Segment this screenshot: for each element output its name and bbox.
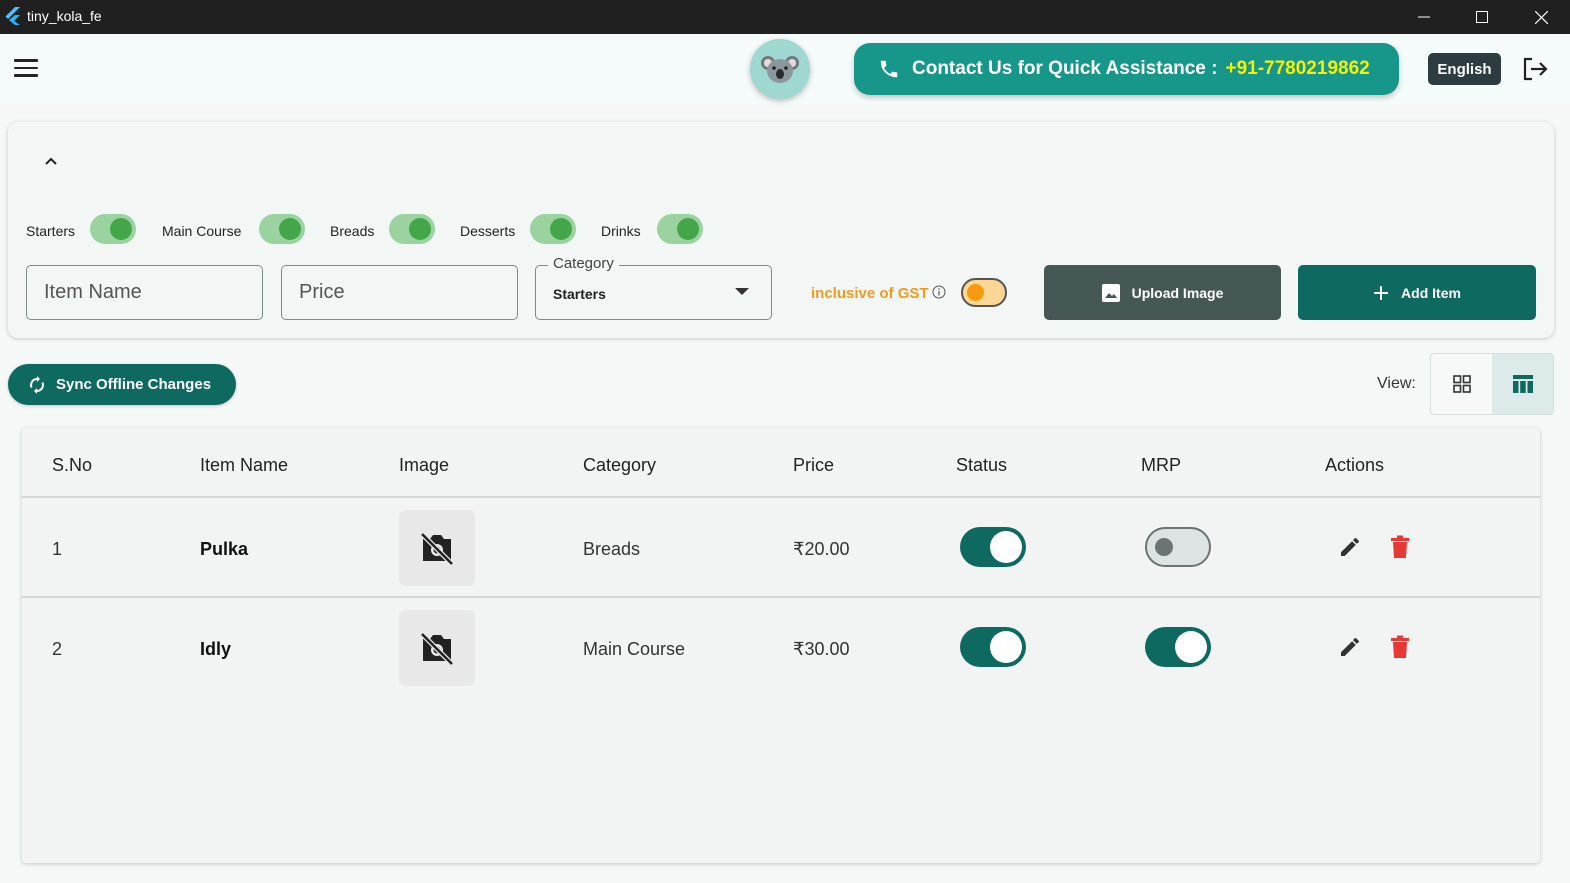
gst-label: inclusive of GST [811,285,929,302]
table-header: S.No Item Name Image Category Price Stat… [22,428,1540,498]
header-category: Category [583,455,657,475]
grid-view-icon [1452,375,1471,393]
view-toggle [1430,353,1554,415]
edit-button[interactable] [1336,633,1364,661]
table-view-button[interactable] [1492,354,1553,414]
koala-icon [761,56,799,83]
delete-trash-icon [1391,535,1409,558]
delete-trash-icon [1391,635,1409,658]
table-row: 1 Pulka Breads ₹20.00 [22,498,1540,598]
header-item-name: Item Name [200,455,289,475]
item-image-placeholder[interactable] [399,610,475,686]
row-price: ₹20.00 [793,539,850,559]
mrp-toggle[interactable] [1145,527,1211,567]
header-mrp: MRP [1141,455,1181,475]
language-button[interactable]: English [1428,53,1501,85]
info-icon[interactable] [932,285,946,299]
row-category: Breads [583,539,641,559]
contact-phone: +91-7780219862 [1225,58,1370,79]
price-field[interactable] [281,265,518,320]
delete-button[interactable] [1386,633,1414,661]
category-select[interactable]: Category Starters [535,255,772,320]
mrp-toggle[interactable] [1145,627,1211,667]
edit-button[interactable] [1336,533,1364,561]
toggle-label-desserts: Desserts [460,223,516,239]
table-row: 2 Idly Main Course ₹30.00 [22,600,1540,700]
sync-offline-changes-button[interactable]: Sync Offline Changes [8,364,236,405]
sync-icon [30,375,44,394]
menu-items-table: S.No Item Name Image Category Price Stat… [22,428,1540,863]
toggle-label-starters: Starters [26,223,76,239]
view-label: View: [1377,375,1416,392]
toggle-label-main-course: Main Course [162,223,242,239]
toggle-label-drinks: Drinks [601,223,641,239]
no-photo-icon [420,532,454,565]
app-header: Contact Us for Quick Assistance : +91-77… [0,34,1570,104]
plus-icon [1374,285,1389,300]
category-value: Starters [553,286,606,302]
maximize-button[interactable] [1453,0,1511,34]
no-photo-icon [420,632,454,665]
item-name-field[interactable] [26,265,263,320]
header-actions: Actions [1325,455,1385,475]
delete-button[interactable] [1386,533,1414,561]
item-image-placeholder[interactable] [399,510,475,586]
row-sno: 1 [52,539,63,559]
phone-icon [880,60,898,78]
upload-image-label: Upload Image [1131,284,1224,301]
toggle-desserts[interactable] [530,214,576,244]
category-legend: Category [548,255,619,272]
toggle-starters[interactable] [90,214,136,244]
toggle-breads[interactable] [389,214,435,244]
logout-icon[interactable] [1520,54,1550,84]
header-status: Status [956,455,1008,475]
row-item-name: Idly [200,639,232,659]
header-image: Image [399,455,450,475]
koala-logo [750,39,810,99]
row-category: Main Course [583,639,686,659]
sync-label: Sync Offline Changes [56,376,212,393]
flutter-logo-icon [5,7,20,25]
add-item-form: Starters Main Course Breads Desserts Dri… [8,122,1554,338]
status-toggle[interactable] [960,527,1026,567]
add-item-button[interactable]: Add Item [1298,265,1536,320]
toggle-drinks[interactable] [657,214,703,244]
image-icon [1101,283,1120,302]
window-title: tiny_kola_fe [27,8,102,24]
toggle-label-breads: Breads [330,223,375,239]
status-toggle[interactable] [960,627,1026,667]
maximize-icon [1476,11,1488,23]
row-price: ₹30.00 [793,639,850,659]
contact-label: Contact Us for Quick Assistance : [912,58,1218,79]
contact-us-button[interactable]: Contact Us for Quick Assistance : +91-77… [854,43,1399,95]
row-sno: 2 [52,639,63,659]
gst-toggle[interactable] [961,278,1007,307]
dropdown-arrow-icon [735,288,749,295]
chevron-up-icon[interactable] [42,152,60,170]
edit-pencil-icon [1341,638,1359,656]
window-titlebar: tiny_kola_fe [0,0,1570,34]
price-input[interactable] [282,266,517,319]
item-name-input[interactable] [27,266,262,319]
add-item-label: Add Item [1401,284,1461,301]
grid-view-button[interactable] [1431,354,1492,414]
close-button[interactable] [1512,0,1570,34]
row-item-name: Pulka [200,539,249,559]
minimize-icon [1418,16,1430,18]
minimize-button[interactable] [1395,0,1453,34]
toggle-main-course[interactable] [259,214,305,244]
edit-pencil-icon [1341,538,1359,556]
close-icon [1534,10,1548,24]
header-price: Price [793,455,835,475]
header-sno: S.No [52,455,93,475]
table-view-icon [1512,375,1533,393]
upload-image-button[interactable]: Upload Image [1044,265,1281,320]
menu-icon[interactable] [14,59,38,79]
